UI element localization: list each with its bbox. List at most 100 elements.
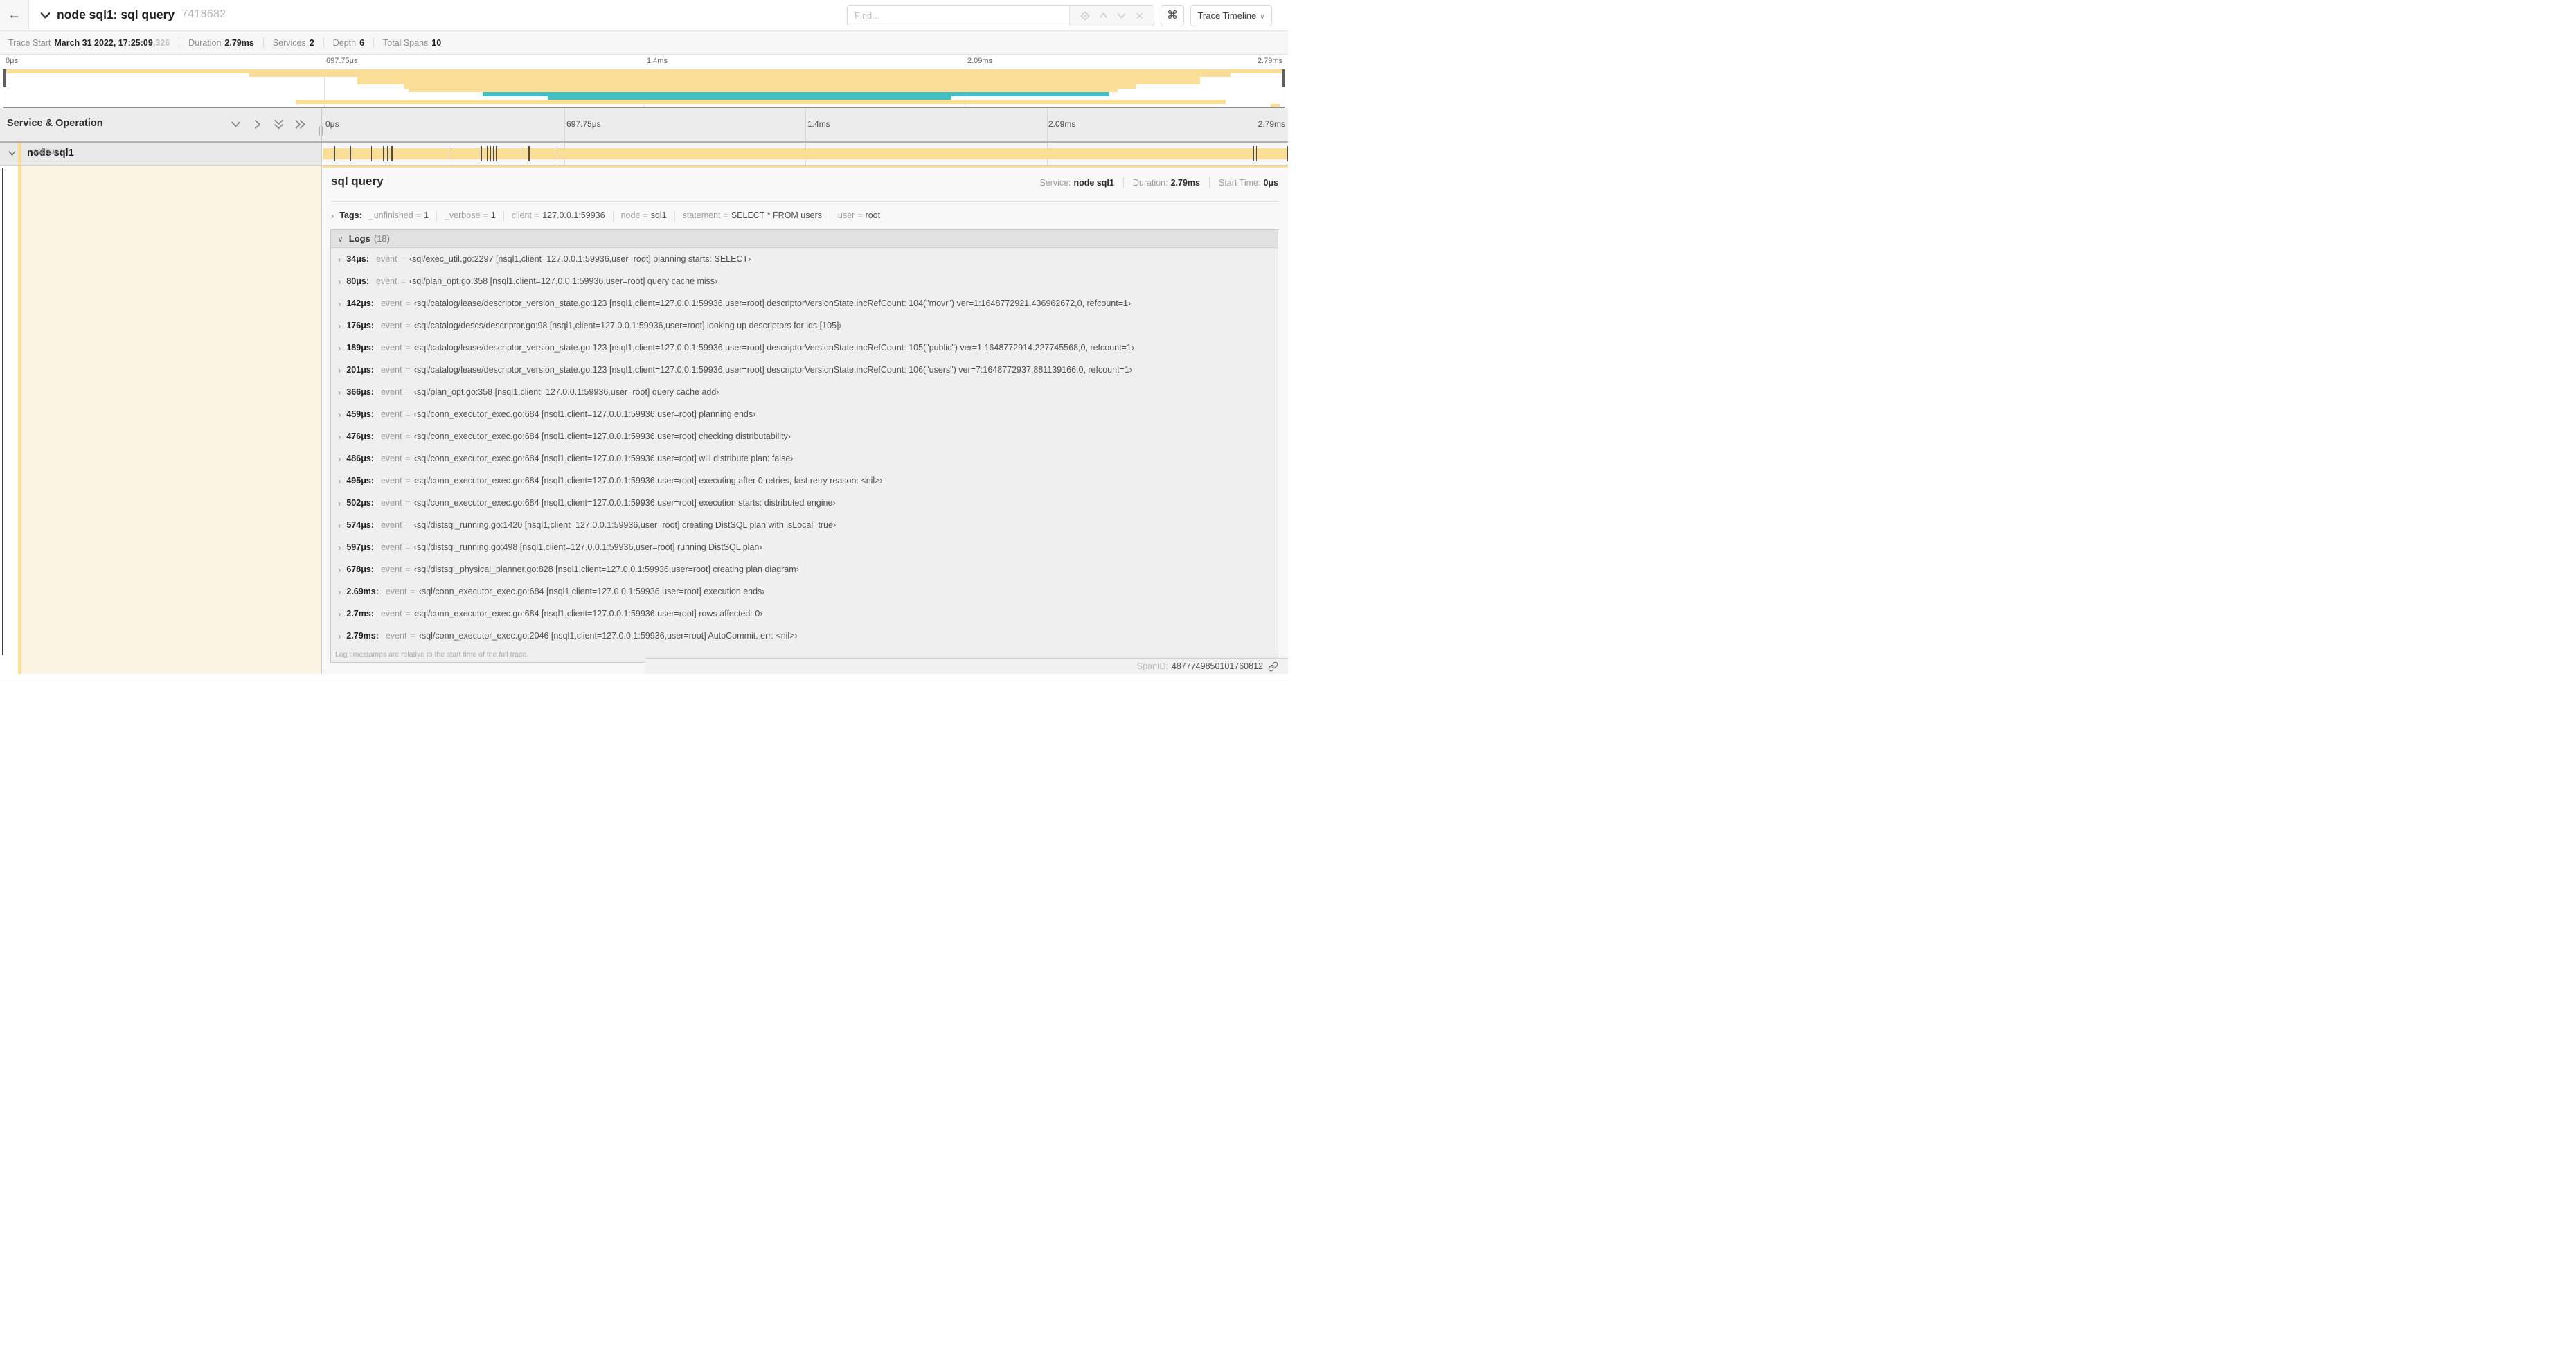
- tag-equals: =: [857, 211, 863, 220]
- chevron-down-icon: ∨: [337, 233, 343, 244]
- summary-item: Depth 6: [333, 38, 364, 48]
- log-field-key: event: [380, 542, 402, 552]
- view-mode-dropdown[interactable]: Trace Timeline ∨: [1190, 5, 1272, 26]
- log-marker-tick[interactable]: [448, 146, 450, 161]
- timeline-tick-label: 0μs: [6, 57, 18, 65]
- log-row[interactable]: › 597μs: event = ‹sql/distsql_running.go:498…: [331, 536, 1278, 558]
- tag-item: client = 127.0.0.1:59936: [512, 211, 605, 220]
- log-row[interactable]: › 678μs: event = ‹sql/distsql_physical_plann…: [331, 558, 1278, 580]
- logs-header[interactable]: ∨ Logs (18): [331, 230, 1278, 248]
- minimap-scrubber-right[interactable]: [1282, 69, 1285, 87]
- span-name-cell[interactable]: node sql1 sql query: [0, 143, 322, 165]
- log-field-key: event: [380, 431, 402, 441]
- span-detail-meta: Service: node sql1 Duration: 2.79ms Start Ti…: [1039, 177, 1278, 188]
- trace-collapse-chevron-icon[interactable]: [40, 10, 51, 21]
- log-marker-tick[interactable]: [1255, 146, 1258, 161]
- expand-one-level-icon[interactable]: [230, 118, 242, 130]
- log-row[interactable]: › 366μs: event = ‹sql/plan_opt.go:358 [nsql1…: [331, 381, 1278, 403]
- collapse-all-icon[interactable]: [294, 118, 306, 130]
- log-marker-tick[interactable]: [486, 146, 488, 161]
- expand-all-icon[interactable]: [273, 118, 285, 130]
- find-prev-icon[interactable]: [1099, 11, 1108, 20]
- log-time: 476μs:: [346, 431, 374, 441]
- collapse-one-level-icon[interactable]: [251, 118, 263, 130]
- log-row[interactable]: › 80μs: event = ‹sql/plan_opt.go:358 [nsql1,…: [331, 270, 1278, 292]
- log-marker-tick[interactable]: [556, 146, 558, 161]
- log-field-value: ‹sql/plan_opt.go:358 [nsql1,client=127.0…: [413, 387, 719, 397]
- summary-item-label: Services: [272, 37, 306, 48]
- focus-target-icon[interactable]: [1080, 10, 1090, 21]
- log-marker-tick[interactable]: [1287, 146, 1288, 161]
- chevron-right-icon: ›: [338, 475, 341, 486]
- tags-accordion[interactable]: › Tags: _unfinished = 1 _verbose = 1 client = 12…: [331, 207, 1278, 224]
- trace-minimap[interactable]: [3, 69, 1285, 108]
- log-row[interactable]: › 34μs: event = ‹sql/exec_util.go:2297 [nsql…: [331, 248, 1278, 270]
- summary-item: Services 2: [273, 38, 314, 48]
- log-field-value: ‹sql/conn_executor_exec.go:684 [nsql1,cl…: [413, 609, 763, 618]
- detail-meta-value: 0μs: [1263, 177, 1278, 188]
- log-marker-tick[interactable]: [382, 146, 384, 161]
- timeline-tick-label: 2.09ms: [967, 57, 993, 65]
- log-field-value: ‹sql/conn_executor_exec.go:684 [nsql1,cl…: [413, 476, 883, 485]
- log-row[interactable]: › 2.7ms: event = ‹sql/conn_executor_exec.go:…: [331, 603, 1278, 625]
- summary-item: Duration 2.79ms: [188, 38, 254, 48]
- back-button[interactable]: ←: [0, 0, 29, 30]
- span-duration-bar[interactable]: [323, 148, 1288, 159]
- log-marker-tick[interactable]: [391, 146, 393, 161]
- tag-equals: =: [643, 211, 648, 220]
- log-row[interactable]: › 495μs: event = ‹sql/conn_executor_exec.go:…: [331, 470, 1278, 492]
- chevron-right-icon: ›: [338, 431, 341, 442]
- find-input[interactable]: [848, 6, 1069, 26]
- span-collapse-chevron-icon[interactable]: [8, 149, 17, 158]
- log-field-key: event: [385, 631, 407, 641]
- log-rows: › 34μs: event = ‹sql/exec_util.go:2297 [nsql…: [331, 248, 1278, 647]
- span-row: node sql1 sql query: [0, 143, 1288, 166]
- timeline-tick-label: 697.75μs: [326, 57, 358, 65]
- log-field-key: event: [380, 343, 402, 353]
- log-row[interactable]: › 176μs: event = ‹sql/catalog/descs/descript…: [331, 314, 1278, 337]
- timeline-ruler[interactable]: 0μs 697.75μs 1.4ms 2.09ms 2.79ms: [323, 108, 1288, 141]
- detail-name-column[interactable]: [21, 166, 322, 674]
- log-marker-tick[interactable]: [350, 146, 351, 161]
- log-marker-tick[interactable]: [481, 146, 482, 161]
- log-marker-tick[interactable]: [1253, 146, 1254, 161]
- log-marker-tick[interactable]: [520, 146, 522, 161]
- log-marker-tick[interactable]: [528, 146, 530, 161]
- detail-meta-label: Service:: [1039, 177, 1071, 188]
- deep-link-icon[interactable]: [1268, 661, 1278, 672]
- find-clear-icon[interactable]: ✕: [1136, 11, 1144, 21]
- span-detail-row: sql query Service: node sql1 Duration: 2.79…: [0, 166, 1288, 674]
- log-row[interactable]: › 459μs: event = ‹sql/conn_executor_exec.go:…: [331, 403, 1278, 425]
- log-marker-tick[interactable]: [370, 146, 373, 161]
- log-marker-tick[interactable]: [334, 146, 335, 161]
- log-marker-tick[interactable]: [495, 146, 497, 161]
- log-time: 2.7ms:: [346, 609, 374, 618]
- span-detail-title[interactable]: sql query: [331, 175, 384, 188]
- log-row[interactable]: › 476μs: event = ‹sql/conn_executor_exec.go:…: [331, 425, 1278, 447]
- minimap-scrubber-left[interactable]: [3, 69, 6, 87]
- log-equals: =: [405, 431, 411, 441]
- find-next-icon[interactable]: [1117, 11, 1126, 20]
- log-row[interactable]: › 574μs: event = ‹sql/distsql_running.go:142…: [331, 514, 1278, 536]
- chevron-right-icon: ›: [331, 210, 334, 221]
- log-marker-tick[interactable]: [493, 146, 494, 161]
- log-time: 142μs:: [346, 299, 374, 308]
- summary-separator: [373, 37, 375, 48]
- log-equals: =: [400, 276, 406, 286]
- list-scrollbar-thumb[interactable]: [2, 168, 3, 655]
- log-marker-tick[interactable]: [387, 146, 388, 161]
- log-row[interactable]: › 201μs: event = ‹sql/catalog/lease/descript…: [331, 359, 1278, 381]
- log-row[interactable]: › 142μs: event = ‹sql/catalog/lease/descript…: [331, 292, 1278, 314]
- timeline-grid-line: [1046, 108, 1048, 141]
- back-arrow-icon: ←: [8, 8, 21, 22]
- log-row[interactable]: › 2.69ms: event = ‹sql/conn_executor_exec.go…: [331, 580, 1278, 603]
- log-row[interactable]: › 502μs: event = ‹sql/conn_executor_exec.go:…: [331, 492, 1278, 514]
- log-marker-tick[interactable]: [490, 146, 492, 161]
- log-row[interactable]: › 2.79ms: event = ‹sql/conn_executor_exec.go…: [331, 625, 1278, 647]
- logs-count: (18): [373, 233, 390, 244]
- log-field-key: event: [380, 564, 402, 574]
- keyboard-shortcuts-button[interactable]: ⌘: [1161, 5, 1184, 26]
- log-row[interactable]: › 189μs: event = ‹sql/catalog/lease/descript…: [331, 337, 1278, 359]
- log-field-key: event: [380, 409, 402, 419]
- log-row[interactable]: › 486μs: event = ‹sql/conn_executor_exec.go:…: [331, 447, 1278, 470]
